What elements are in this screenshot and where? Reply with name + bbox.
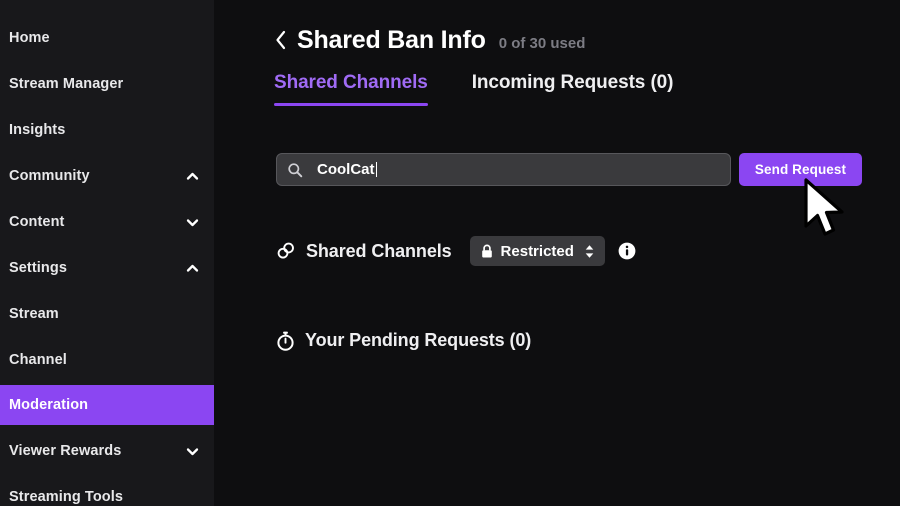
chevron-left-icon[interactable] — [274, 29, 287, 51]
sidebar-item-label: Stream — [9, 306, 59, 322]
search-input[interactable]: CoolCat — [276, 153, 731, 186]
sidebar-item-label: Community — [9, 168, 90, 184]
chevron-down-icon[interactable] — [185, 215, 200, 230]
visibility-select[interactable]: Restricted — [469, 236, 605, 266]
tab-incoming-requests[interactable]: Incoming Requests (0) — [472, 72, 674, 106]
sidebar-item-content[interactable]: Content — [0, 202, 214, 242]
tab-bar: Shared Channels Incoming Requests (0) — [274, 72, 673, 106]
sidebar-item-label: Settings — [9, 260, 67, 276]
pending-requests-row: Your Pending Requests (0) — [276, 330, 531, 351]
sidebar-item-label: Viewer Rewards — [9, 443, 122, 459]
shared-channels-row: Shared Channels Restricted — [276, 236, 636, 266]
page-title: Shared Ban Info — [297, 26, 486, 54]
sidebar-item-stream[interactable]: Stream — [0, 294, 214, 334]
sidebar-item-viewer-rewards[interactable]: Viewer Rewards — [0, 431, 214, 471]
lock-icon — [480, 244, 494, 259]
search-input-value: CoolCat — [317, 161, 375, 178]
sidebar-item-label: Stream Manager — [9, 76, 124, 92]
sidebar-item-home[interactable]: Home — [0, 18, 214, 58]
search-icon — [287, 162, 303, 178]
sidebar-item-label: Insights — [9, 122, 66, 138]
shared-channels-label: Shared Channels — [306, 240, 452, 261]
main-content: Shared Ban Info 0 of 30 used Shared Chan… — [214, 0, 900, 506]
twitch-dashboard-shared-ban-info: Home Stream Manager Insights Community Conte… — [0, 0, 900, 506]
chevron-down-icon[interactable] — [185, 444, 200, 459]
page-header: Shared Ban Info 0 of 30 used — [274, 26, 585, 55]
sidebar-item-label: Channel — [9, 352, 67, 368]
tab-shared-channels[interactable]: Shared Channels — [274, 72, 428, 106]
text-caret — [375, 162, 377, 177]
shared-channels-icon — [276, 241, 296, 261]
usage-counter: 0 of 30 used — [498, 35, 586, 52]
sidebar-item-settings[interactable]: Settings — [0, 248, 214, 288]
search-row: CoolCat Send Request — [276, 153, 862, 186]
sidebar-item-channel[interactable]: Channel — [0, 340, 214, 380]
info-icon[interactable] — [618, 242, 636, 260]
sidebar-item-label: Home — [9, 30, 50, 46]
sidebar-item-moderation[interactable]: Moderation — [0, 385, 214, 425]
chevron-up-icon[interactable] — [185, 261, 200, 276]
sidebar-item-insights[interactable]: Insights — [0, 110, 214, 150]
sidebar-item-label: Streaming Tools — [9, 489, 124, 505]
send-request-button[interactable]: Send Request — [739, 153, 862, 186]
pending-requests-label: Your Pending Requests (0) — [305, 330, 532, 350]
sidebar-item-stream-manager[interactable]: Stream Manager — [0, 64, 214, 104]
sidebar-item-label: Moderation — [9, 397, 89, 413]
sidebar-item-label: Content — [9, 214, 65, 230]
sidebar-item-community[interactable]: Community — [0, 156, 214, 196]
sidebar-item-streaming-tools[interactable]: Streaming Tools — [0, 477, 214, 506]
timer-icon — [276, 331, 295, 351]
visibility-select-value: Restricted — [500, 242, 574, 260]
sidebar-nav: Home Stream Manager Insights Community Conte… — [0, 0, 214, 506]
up-down-chevron-icon — [584, 244, 595, 259]
chevron-up-icon[interactable] — [185, 169, 200, 184]
